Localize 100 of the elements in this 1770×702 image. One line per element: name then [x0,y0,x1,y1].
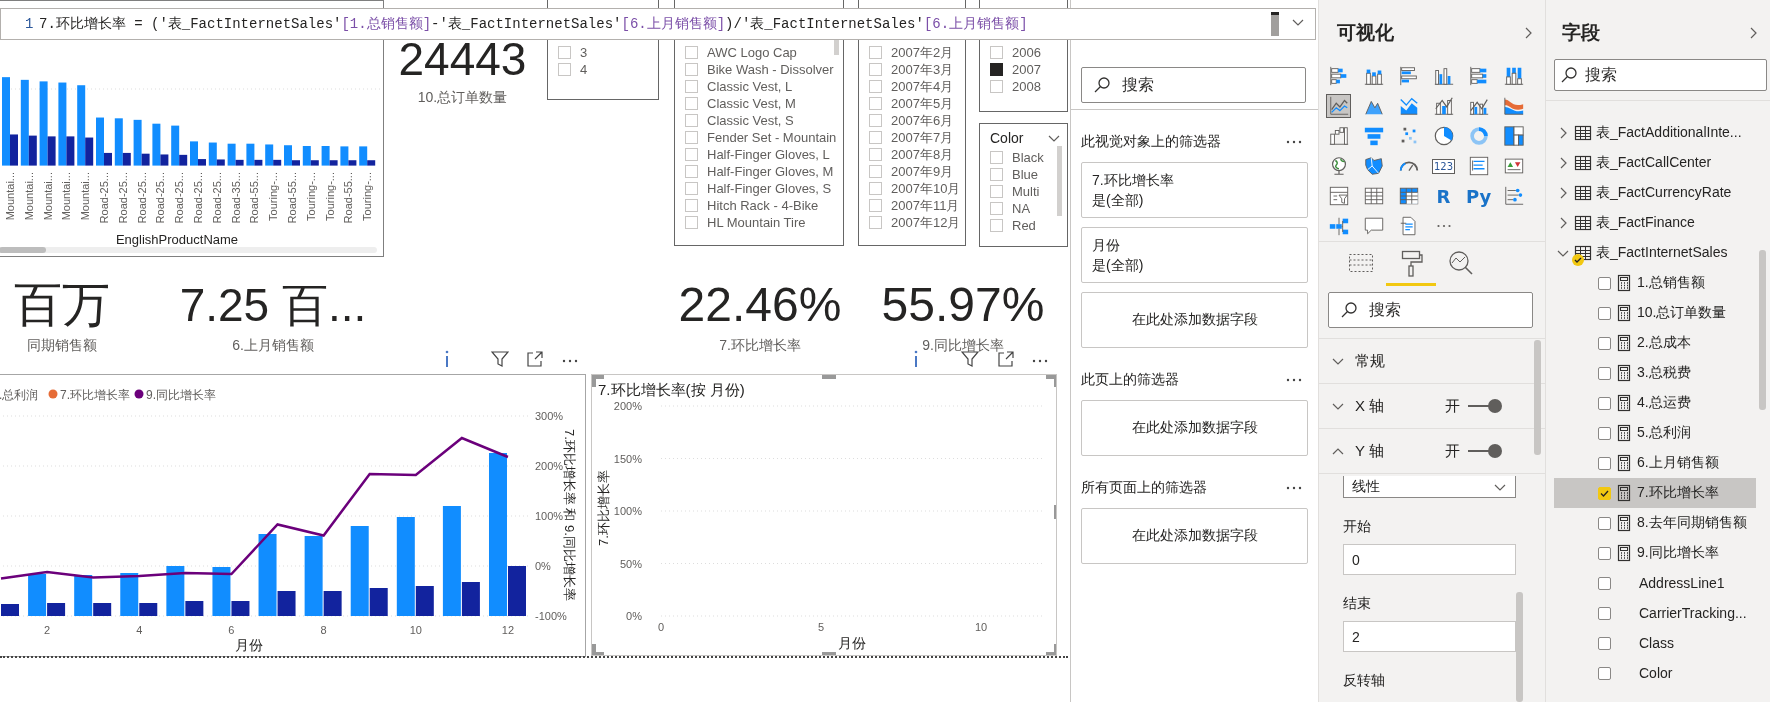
horizontal-scrollbar[interactable] [0,247,377,253]
formula-bar[interactable]: 1 7.环比增长率 = ('表_FactInternetSales'[1.总销售额]-'表_FactInternetSales'[6.上月销售额])/'表_FactInternetSales'[6.上月销售额] [0,8,1316,40]
scrollbar-thumb[interactable] [1057,146,1062,216]
slicer-item[interactable]: AWC Logo Cap [675,44,843,61]
resize-handle[interactable] [1054,644,1056,655]
slicer-item[interactable]: 4 [548,61,658,78]
scrollbar-thumb[interactable] [834,39,839,55]
info-icon[interactable] [913,350,919,368]
checkbox[interactable] [1598,366,1611,380]
filter-icon[interactable] [491,351,509,367]
slicer-item[interactable]: 2007年11月 [859,197,965,214]
slicer-item[interactable]: 2007年10月 [859,180,965,197]
field-item[interactable]: 7.环比增长率 [1554,478,1756,508]
search-field[interactable]: 搜索 [1081,67,1306,103]
start-input[interactable]: 0 [1343,544,1516,575]
slicer-item[interactable]: Classic Vest, L [675,78,843,95]
slicer-item[interactable]: 2007年12月 [859,214,965,231]
field-item[interactable]: 10.总订单数量 [1554,298,1756,328]
filter-card[interactable]: 7.环比增长率 是(全部) [1081,162,1308,218]
resize-handle[interactable] [1054,505,1056,519]
field-item[interactable]: 9.同比增长率 [1554,538,1756,568]
line-chart-icon[interactable] [1326,94,1351,118]
checkbox[interactable] [1598,396,1611,410]
checkbox[interactable] [1598,606,1611,620]
slicer-item[interactable]: 2006 [980,44,1067,61]
slicer-item[interactable]: 2007年2月 [859,44,965,61]
scale-type-dropdown[interactable]: 线性 [1343,476,1516,498]
slicer-item[interactable]: Classic Vest, S [675,112,843,129]
more-options-icon[interactable] [1286,140,1302,144]
slicer-item[interactable]: 2007年5月 [859,95,965,112]
checkbox[interactable] [1598,576,1611,590]
field-item[interactable]: 3.总税费 [1554,358,1756,388]
table-item[interactable]: 表_FactFinance [1546,208,1756,238]
checkbox[interactable] [1598,666,1611,680]
table-item[interactable]: 表_FactCurrencyRate [1546,178,1756,208]
slicer-item[interactable]: Fender Set - Mountain [675,129,843,146]
field-item[interactable]: 4.总运费 [1554,388,1756,418]
slicer-item[interactable]: Multi [980,183,1067,200]
slicer-item[interactable]: 2007年4月 [859,78,965,95]
drop-zone[interactable]: 在此处添加数据字段 [1081,292,1308,348]
table-item[interactable]: 表_FactAdditionalInte... [1546,118,1756,148]
resize-handle[interactable] [822,652,836,655]
field-item[interactable]: 1.总销售额 [1554,268,1756,298]
filter-icon[interactable] [961,351,979,367]
more-options-icon[interactable] [1286,486,1302,490]
checkbox[interactable] [1598,636,1611,650]
more-options-icon[interactable] [1032,359,1048,363]
table-item[interactable]: 表_FactInternetSales [1546,238,1756,268]
field-item[interactable]: Color [1554,658,1756,688]
more-options-icon[interactable] [562,359,578,363]
slicer-item[interactable]: 2007年3月 [859,61,965,78]
slicer-item[interactable]: Black [980,149,1067,166]
checkbox[interactable] [1598,426,1611,440]
section-label[interactable]: X 轴 [1355,396,1445,416]
scrollbar-thumb[interactable] [1534,340,1541,455]
slicer-item[interactable]: Bike Wash - Dissolver [675,61,843,78]
field-item[interactable]: 5.总利润 [1554,418,1756,448]
scrollbar-thumb[interactable] [1759,250,1766,410]
focus-mode-icon[interactable] [998,351,1014,367]
more-options-icon[interactable] [1286,378,1302,382]
slicer-item[interactable]: Blue [980,166,1067,183]
section-label[interactable]: Y 轴 [1355,441,1445,461]
resize-handle[interactable] [822,375,836,379]
resize-handle[interactable] [592,644,596,655]
slicer-item[interactable]: 2007年6月 [859,112,965,129]
toggle-switch[interactable] [1466,444,1502,458]
slicer-item[interactable]: Half-Finger Gloves, S [675,180,843,197]
treemap-icon[interactable] [1501,124,1526,148]
search-field[interactable]: 搜索 [1554,59,1767,91]
checkbox[interactable] [1598,456,1611,470]
checkbox[interactable] [990,63,1003,76]
end-input[interactable]: 2 [1343,621,1516,652]
slicer-item[interactable]: Half-Finger Gloves, L [675,146,843,163]
info-icon[interactable] [444,350,450,368]
slicer-item[interactable]: HL Mountain Tire [675,214,843,231]
field-item[interactable]: CarrierTracking... [1554,598,1756,628]
section-label[interactable]: 常规 [1355,351,1445,371]
slicer-item[interactable]: 2007年9月 [859,163,965,180]
slicer-item[interactable]: Half-Finger Gloves, M [675,163,843,180]
field-item[interactable]: Class [1554,628,1756,658]
slicer-item[interactable]: Hitch Rack - 4-Bike [675,197,843,214]
field-item[interactable]: 2.总成本 [1554,328,1756,358]
field-item[interactable]: AddressLine1 [1554,568,1756,598]
slicer-item[interactable]: NA [980,200,1067,217]
slicer-item[interactable]: Red [980,217,1067,234]
drop-zone[interactable]: 在此处添加数据字段 [1081,400,1308,456]
field-item[interactable]: 6.上月销售额 [1554,448,1756,478]
scrollbar-thumb[interactable] [1516,592,1523,702]
slicer-item[interactable]: 2008 [980,78,1067,95]
slicer-item[interactable]: 3 [548,44,658,61]
checkbox[interactable] [1598,276,1611,290]
checkbox[interactable] [1598,336,1611,350]
checkbox[interactable] [1598,306,1611,320]
field-item[interactable]: 8.去年同期销售额 [1554,508,1756,538]
slicer-item[interactable]: Classic Vest, M [675,95,843,112]
slicer-item[interactable]: 2007年8月 [859,146,965,163]
table-item[interactable]: 表_FactCallCenter [1546,148,1756,178]
toggle-switch[interactable] [1466,399,1502,413]
filter-card[interactable]: 月份 是(全部) [1081,227,1308,283]
slicer-item[interactable]: 2007年7月 [859,129,965,146]
